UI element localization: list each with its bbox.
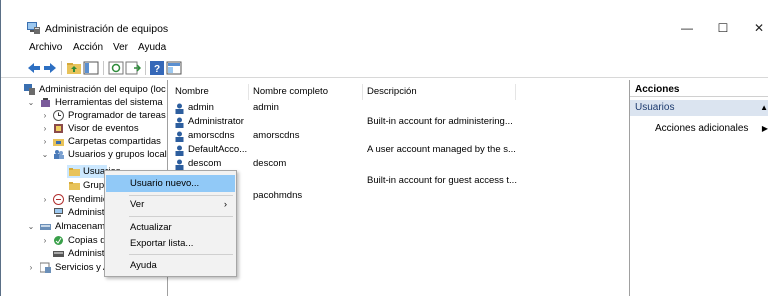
context-menu: Usuario nuevo... Ver › Actualizar Export… [104, 170, 237, 277]
show-hide-action-pane-icon[interactable] [166, 60, 182, 76]
table-row[interactable]: DefaultAcco... A user account managed by… [171, 143, 626, 157]
disk-icon [53, 251, 64, 257]
expand-arrow-icon[interactable]: › [41, 122, 49, 135]
menu-item-view[interactable]: Ver › [106, 196, 235, 213]
users-list: Nombre Nombre completo Descripción admin… [171, 80, 626, 296]
submenu-arrow-icon: ▶ [761, 124, 768, 133]
performance-icon [53, 194, 64, 205]
user-icon [175, 131, 184, 142]
event-viewer-icon [54, 124, 63, 133]
folder-icon [69, 182, 80, 190]
user-icon [175, 159, 184, 170]
table-row[interactable]: amorscdns amorscdns [171, 129, 626, 143]
refresh-icon[interactable] [108, 60, 124, 76]
table-row[interactable]: descom descom [171, 157, 626, 171]
folder-icon [69, 168, 80, 176]
column-header-description[interactable]: Descripción [363, 84, 516, 100]
toolbox-icon [41, 98, 50, 107]
table-row[interactable]: Administrator Built-in account for admin… [171, 115, 626, 129]
table-row[interactable]: pacohmdns pacohmdns [171, 189, 626, 203]
expand-arrow-icon[interactable]: ⌄ [41, 148, 49, 161]
table-row[interactable]: Guest Built-in account for guest access … [171, 174, 626, 188]
users-icon [54, 150, 64, 159]
menu-ver[interactable]: Ver [113, 42, 128, 53]
menu-ayuda[interactable]: Ayuda [138, 42, 166, 53]
menu-item-help[interactable]: Ayuda [106, 257, 235, 274]
title-bar: Administración de equipos — ☐ ✕ [1, 0, 768, 38]
collapse-arrow-icon[interactable]: ▲ [760, 100, 768, 116]
show-hide-tree-icon[interactable] [83, 60, 99, 76]
expand-arrow-icon[interactable]: ⌄ [27, 220, 35, 233]
menu-archivo[interactable]: Archivo [29, 42, 62, 53]
menu-item-refresh[interactable]: Actualizar [106, 219, 235, 236]
user-icon [175, 117, 184, 128]
submenu-arrow-icon: › [223, 199, 227, 210]
tree-item-users[interactable]: Usuarios [67, 165, 121, 178]
back-arrow-icon[interactable] [26, 60, 42, 76]
menu-accion[interactable]: Acción [73, 42, 103, 53]
column-header-full-name[interactable]: Nombre completo [249, 84, 363, 100]
svg-text:?: ? [154, 64, 160, 75]
actions-section-users[interactable]: Usuarios ▲ [630, 100, 768, 116]
maximize-button[interactable]: ☐ [705, 18, 741, 38]
column-header-name[interactable]: Nombre [171, 84, 249, 100]
minimize-button[interactable]: — [669, 18, 705, 38]
actions-pane: Acciones Usuarios ▲ Acciones adicionales… [629, 80, 768, 296]
clock-icon [53, 110, 64, 121]
expand-arrow-icon[interactable]: › [41, 135, 49, 148]
help-icon[interactable]: ? [149, 60, 165, 76]
menu-item-new-user[interactable]: Usuario nuevo... [106, 175, 235, 192]
computer-management-window: Administración de equipos — ☐ ✕ Archivo … [0, 0, 768, 296]
expand-arrow-icon[interactable]: › [27, 261, 35, 274]
expand-arrow-icon[interactable]: › [41, 193, 49, 206]
menu-bar: Archivo Acción Ver Ayuda [1, 42, 768, 56]
expand-arrow-icon[interactable]: › [41, 234, 49, 247]
services-icon [40, 262, 51, 273]
user-icon [175, 103, 184, 114]
forward-arrow-icon[interactable] [42, 60, 58, 76]
computer-management-icon [27, 22, 40, 34]
expand-arrow-icon[interactable]: › [41, 109, 49, 122]
actions-header: Acciones [630, 83, 768, 97]
up-folder-icon[interactable] [66, 60, 82, 76]
shared-folder-icon [53, 139, 64, 146]
table-row[interactable]: admin admin [171, 101, 626, 115]
device-manager-icon [54, 208, 63, 217]
backup-icon [54, 236, 63, 245]
close-button[interactable]: ✕ [741, 18, 768, 38]
computer-management-icon [24, 84, 35, 95]
export-list-icon[interactable] [125, 60, 141, 76]
storage-icon [40, 224, 51, 230]
toolbar: ? [1, 58, 768, 78]
window-title: Administración de equipos [45, 23, 169, 35]
user-icon [175, 145, 184, 156]
expand-arrow-icon[interactable]: ⌄ [27, 96, 35, 109]
menu-item-export-list[interactable]: Exportar lista... [106, 235, 235, 252]
more-actions-item[interactable]: Acciones adicionales ▶ [655, 122, 768, 135]
